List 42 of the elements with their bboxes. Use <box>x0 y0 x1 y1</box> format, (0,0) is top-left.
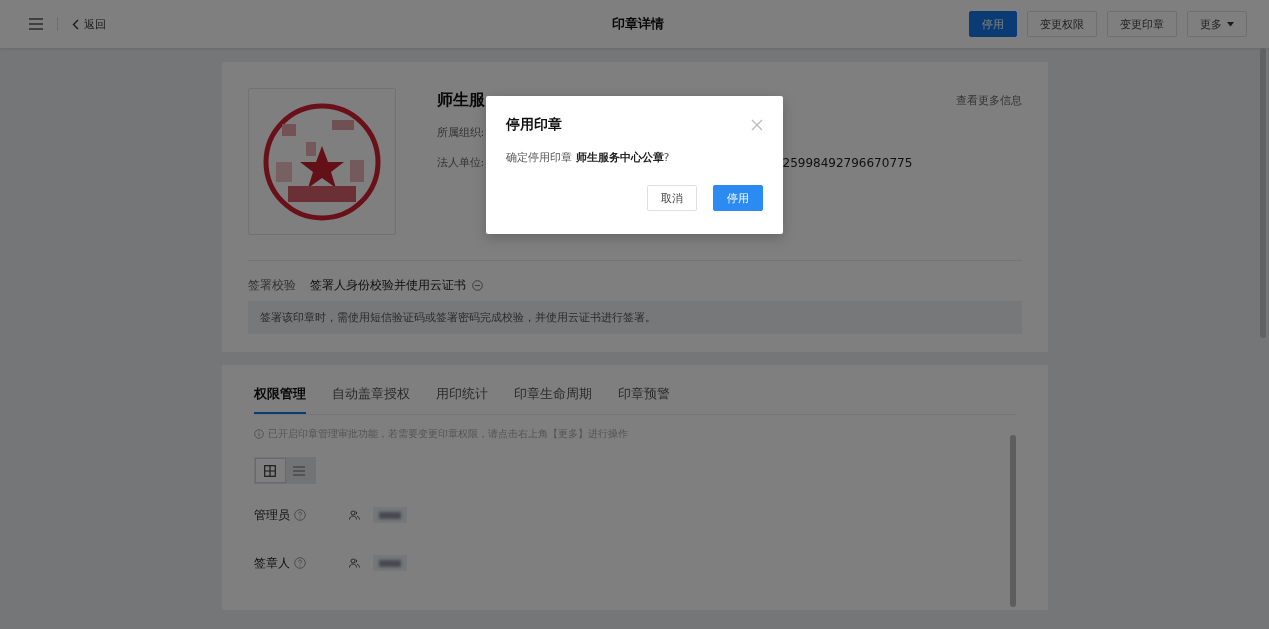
action-button[interactable]: 停用 <box>969 11 1017 37</box>
scrollbar[interactable] <box>1260 48 1266 338</box>
field-label: 所属组织: <box>436 125 486 140</box>
tab[interactable]: 自动盖章授权 <box>331 386 410 414</box>
field-value: 25998492796670775 <box>782 155 913 170</box>
role-label: 管理员 <box>253 506 290 524</box>
list-icon <box>293 465 305 476</box>
caret-icon <box>1227 21 1234 27</box>
chevron-left-icon <box>72 18 79 30</box>
action-button[interactable]: 变更印章 <box>1107 11 1177 37</box>
menu-icon[interactable] <box>29 18 43 30</box>
confirm-button[interactable]: 停用 <box>713 185 763 211</box>
dialog-message: 确定停用印章 师生服务中心公章? <box>506 150 671 165</box>
field-label: 签署校验 <box>247 278 297 293</box>
redacted-name <box>372 555 407 571</box>
role-label: 签章人 <box>253 554 290 572</box>
more-info-link[interactable]: 查看更多信息 <box>955 93 1022 108</box>
dialog-title: 停用印章 <box>506 116 562 134</box>
page-title: 印章详情 <box>612 15 664 33</box>
field-value: 签署人身份校验并使用云证书 <box>309 278 466 293</box>
help-icon[interactable] <box>293 509 306 521</box>
back-link[interactable]: 返回 <box>72 16 106 32</box>
action-button[interactable]: 变更权限 <box>1027 11 1097 37</box>
people-icon[interactable] <box>348 558 360 568</box>
grid-view-button[interactable] <box>255 459 285 482</box>
tab[interactable]: 印章预警 <box>617 386 670 414</box>
cancel-button[interactable]: 取消 <box>647 185 697 211</box>
scrollbar[interactable] <box>1009 435 1016 607</box>
note-text: 签署该印章时，需使用短信验证码或签署密码完成校验，并使用云证书进行签署。 <box>247 301 1022 334</box>
info-icon[interactable] <box>471 280 483 291</box>
field-label: 法人单位: <box>436 155 486 170</box>
tab[interactable]: 用印统计 <box>435 386 488 414</box>
tab[interactable]: 印章生命周期 <box>513 386 592 414</box>
tab[interactable]: 权限管理 <box>253 386 306 414</box>
people-icon[interactable] <box>348 510 360 520</box>
help-icon[interactable] <box>293 557 306 569</box>
info-icon <box>253 429 264 439</box>
seal-name: 师生服 <box>436 90 486 111</box>
redacted-name <box>372 507 407 523</box>
more-button[interactable]: 更多 <box>1187 11 1247 37</box>
grid-icon <box>264 464 276 477</box>
close-icon[interactable] <box>751 119 763 131</box>
